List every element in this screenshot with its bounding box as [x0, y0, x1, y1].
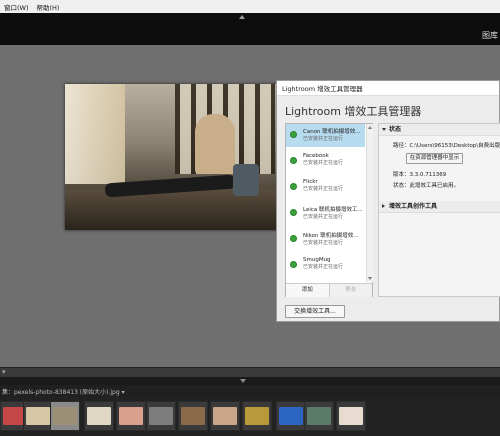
filmstrip-thumb[interactable]	[210, 401, 240, 431]
collapse-top-panel-icon[interactable]	[239, 15, 245, 19]
filmstrip-thumb[interactable]	[146, 401, 176, 431]
plugin-version: 版本：3.3.0.711369	[393, 172, 447, 178]
thumb-image	[307, 407, 331, 425]
plugin-item-flickr[interactable]: Flickr 已安装并正在运行	[286, 176, 365, 199]
module-library-tab[interactable]: 图库	[482, 30, 498, 41]
filmstrip-thumb[interactable]	[276, 401, 306, 431]
status-ok-icon	[290, 235, 297, 242]
plugin-item-nikon[interactable]: Nikon 联机拍摄增效... 已安装并正在运行	[286, 228, 365, 251]
plugin-item-smugmug[interactable]: SmugMug 已安装并正在运行	[286, 254, 365, 277]
plugin-item-facebook[interactable]: Facebook 已安装并正在运行	[286, 150, 365, 173]
plugin-list-buttons: 添加 移去	[286, 283, 372, 297]
plugin-details: 状态 路径：C:\Users\96153\Desktop\自费出版\增效\...…	[378, 123, 500, 297]
filmstrip-thumb[interactable]	[178, 401, 208, 431]
plugin-status: 已安装并正在运行	[303, 136, 344, 142]
toolbar-caret-icon[interactable]: ▾	[2, 368, 6, 376]
toolbar-strip: ▾	[0, 367, 500, 377]
scroll-down-icon[interactable]	[368, 277, 372, 280]
thumb-image	[279, 407, 303, 425]
filmstrip-thumb[interactable]	[304, 401, 334, 431]
filmstrip	[0, 397, 500, 436]
status-ok-icon	[290, 183, 297, 190]
dialog-titlebar[interactable]: Lightroom 增效工具管理器	[277, 81, 499, 96]
filmstrip-thumb[interactable]	[242, 401, 272, 431]
filmstrip-thumb[interactable]	[23, 401, 53, 431]
plugin-status: 已安装并正在运行	[303, 264, 344, 270]
author-tools-section-title: 增效工具创作工具	[389, 203, 438, 210]
thumb-image	[245, 407, 269, 425]
plugin-path: 路径：C:\Users\96153\Desktop\自费出版\增效\...	[393, 143, 500, 149]
section-expanded-icon	[382, 128, 386, 131]
plugin-status: 已安装并正在运行	[303, 186, 344, 192]
status-section-header[interactable]: 状态	[379, 124, 500, 136]
photo-bag	[233, 164, 259, 196]
photo-window-light	[65, 84, 125, 184]
plugin-list-scrollbar[interactable]	[366, 124, 373, 282]
thumb-image	[213, 407, 237, 425]
status-ok-icon	[290, 209, 297, 216]
thumb-image	[339, 407, 363, 425]
plugin-status: 已安装并正在运行	[303, 240, 344, 246]
author-tools-section-header[interactable]: 增效工具创作工具	[379, 201, 500, 213]
scroll-up-icon[interactable]	[368, 126, 372, 129]
filmstrip-source-bar: 集：pexels-photo-838413 (原始大小).jpg ▾	[0, 385, 500, 397]
menu-window[interactable]: 窗口(W)	[0, 2, 33, 12]
filmstrip-thumb-selected[interactable]	[50, 401, 80, 431]
menu-bar: 窗口(W) 帮助(H)	[0, 0, 500, 13]
show-in-explorer-button[interactable]: 在资源管理器中显示	[406, 153, 463, 164]
plugin-exchange-button[interactable]: 交换增效工具...	[285, 305, 345, 318]
thumb-image	[53, 407, 77, 425]
plugin-status: 已安装并正在运行	[303, 160, 344, 166]
plugin-manager-dialog: Lightroom 增效工具管理器 Lightroom 增效工具管理器 Cano…	[276, 80, 500, 322]
thumb-image	[119, 407, 143, 425]
plugin-state: 状态：此增效工具已启用。	[393, 183, 460, 189]
filmstrip-thumb[interactable]	[84, 401, 114, 431]
filmstrip-source-label[interactable]: 集：pexels-photo-838413 (原始大小).jpg ▾	[0, 387, 125, 396]
collapse-filmstrip-icon[interactable]	[240, 379, 246, 383]
remove-plugin-button[interactable]: 移去	[329, 283, 372, 297]
module-bar: 图库	[0, 13, 500, 45]
photo-person	[195, 114, 235, 174]
thumb-image	[87, 407, 111, 425]
thumb-image	[181, 407, 205, 425]
main-photo[interactable]	[65, 84, 277, 230]
status-section-title: 状态	[389, 126, 402, 133]
plugin-name: SmugMug	[303, 257, 331, 263]
plugin-name: Canon 联机拍摄增效...	[303, 129, 361, 135]
dialog-title: Lightroom 增效工具管理器	[282, 85, 363, 93]
plugin-name: Leica 联机拍摄增效工...	[303, 207, 363, 213]
plugin-item-leica[interactable]: Leica 联机拍摄增效工... 已安装并正在运行	[286, 202, 365, 225]
plugin-name: Flickr	[303, 179, 318, 185]
section-collapsed-icon	[382, 204, 385, 208]
filmstrip-thumb[interactable]	[336, 401, 366, 431]
status-ok-icon	[290, 157, 297, 164]
dialog-heading: Lightroom 增效工具管理器	[285, 105, 422, 118]
plugin-status: 已安装并正在运行	[303, 214, 344, 220]
thumb-image	[26, 407, 50, 425]
filmstrip-thumb[interactable]	[116, 401, 146, 431]
status-ok-icon	[290, 131, 297, 138]
plugin-item-canon[interactable]: Canon 联机拍摄增效... 已安装并正在运行	[286, 124, 365, 147]
thumb-image	[149, 407, 173, 425]
filmstrip-divider	[0, 377, 500, 385]
menu-help[interactable]: 帮助(H)	[33, 2, 64, 12]
add-plugin-button[interactable]: 添加	[286, 283, 330, 297]
plugin-list: Canon 联机拍摄增效... 已安装并正在运行 Facebook 已安装并正在…	[285, 123, 373, 297]
plugin-name: Nikon 联机拍摄增效...	[303, 233, 359, 239]
plugin-name: Facebook	[303, 153, 329, 159]
status-ok-icon	[290, 261, 297, 268]
